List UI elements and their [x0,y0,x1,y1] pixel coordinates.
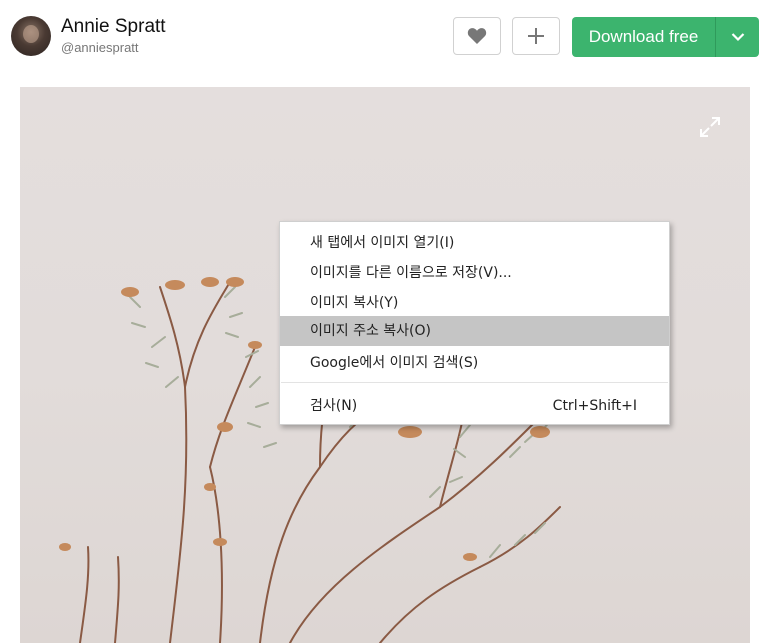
menu-item-inspect[interactable]: 검사(N) Ctrl+Shift+I [280,391,669,421]
menu-item-shortcut: Ctrl+Shift+I [552,398,637,414]
download-button[interactable]: Download free [572,17,716,57]
menu-item-copy-image-address[interactable]: 이미지 주소 복사(O) [280,316,669,346]
avatar[interactable] [11,16,51,56]
user-name[interactable]: Annie Spratt [61,16,166,38]
heart-icon [467,28,487,44]
like-button[interactable] [453,17,501,55]
menu-separator [281,382,668,383]
context-menu: 새 탭에서 이미지 열기(I) 이미지를 다른 이름으로 저장(V)... 이미… [279,221,670,425]
photo-header: Annie Spratt @anniespratt Download free [0,0,777,80]
menu-item-copy-image[interactable]: 이미지 복사(Y) [280,288,669,318]
expand-icon[interactable] [698,115,722,139]
menu-item-label: 검사(N) [310,398,358,414]
chevron-down-icon [731,33,744,42]
add-to-collection-button[interactable] [512,17,560,55]
user-handle[interactable]: @anniespratt [61,40,139,55]
plus-icon [528,28,544,44]
download-button-group: Download free [572,17,759,57]
menu-item-open-in-new-tab[interactable]: 새 탭에서 이미지 열기(I) [280,228,669,258]
menu-item-search-google[interactable]: Google에서 이미지 검색(S) [280,348,669,378]
menu-item-save-image-as[interactable]: 이미지를 다른 이름으로 저장(V)... [280,258,669,288]
download-options-button[interactable] [716,17,759,57]
